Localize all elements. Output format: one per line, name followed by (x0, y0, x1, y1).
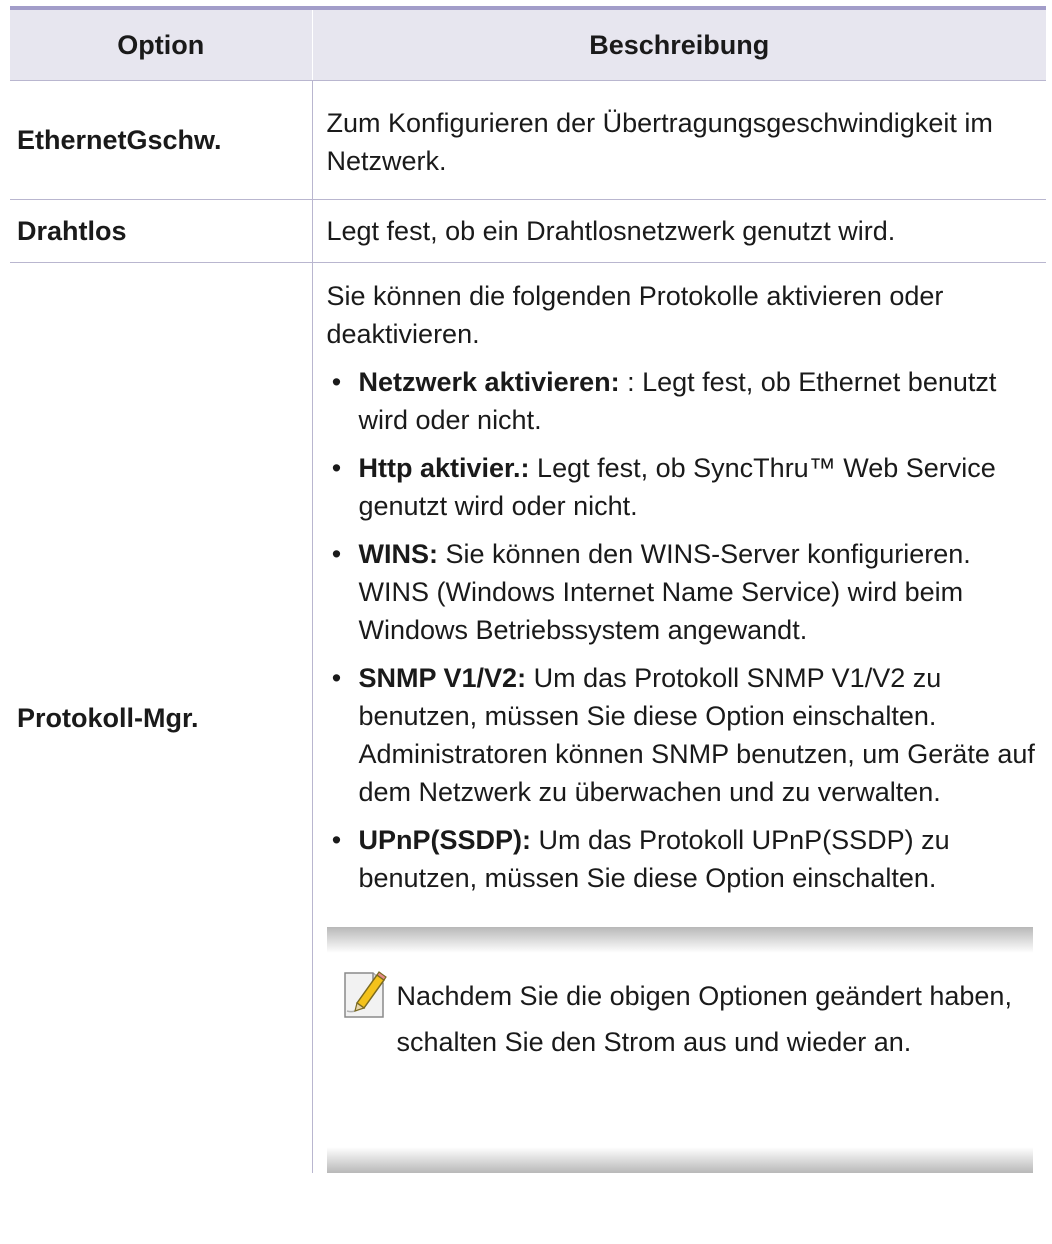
header-description: Beschreibung (312, 8, 1046, 81)
protocol-intro: Sie können die folgenden Protokolle akti… (326, 281, 944, 349)
option-name: EthernetGschw. (10, 80, 313, 200)
table-row: Protokoll-Mgr. Sie können die folgenden … (10, 262, 1047, 1173)
item-term: SNMP V1/V2: (358, 663, 527, 693)
option-description: Zum Konfigurieren der Übertragungsgeschw… (312, 80, 1046, 200)
item-term: WINS: (358, 539, 438, 569)
option-description: Legt fest, ob ein Drahtlosnetzwerk genut… (312, 199, 1046, 263)
table-row: Drahtlos Legt fest, ob ein Drahtlosnetzw… (10, 199, 1046, 263)
item-term: Netzwerk aktivieren: (358, 367, 620, 397)
bullet: • (331, 453, 342, 483)
options-table: Option Beschreibung EthernetGschw. Zum K… (10, 6, 1046, 1173)
list-item: • SNMP V1/V2: Um das Protokoll SNMP V1/V2… (327, 659, 1047, 811)
bullet: • (331, 367, 342, 397)
item-text: Sie können den WINS-Server konfigurieren… (358, 539, 971, 645)
option-name: Protokoll-Mgr. (10, 262, 313, 1173)
table-row: EthernetGschw. Zum Konfigurieren der Übe… (10, 80, 1046, 200)
option-description: Sie können die folgenden Protokolle akti… (312, 263, 1047, 1173)
note-box: Nachdem Sie die obigen Optionen geändert… (326, 927, 1033, 1173)
protocol-list: • Netzwerk aktivieren: : Legt fest, ob Et… (327, 363, 1047, 897)
note-top-bar (326, 927, 1033, 953)
note-bottom-bar (326, 1147, 1033, 1173)
item-term: Http aktivier.: (358, 453, 530, 483)
bullet: • (331, 539, 342, 569)
list-item: • Netzwerk aktivieren: : Legt fest, ob Et… (327, 363, 1047, 439)
note-pencil-icon (343, 971, 387, 1018)
note-text: Nachdem Sie die obigen Optionen geändert… (396, 981, 1012, 1057)
option-name: Drahtlos (10, 199, 313, 263)
item-term: UPnP(SSDP): (358, 825, 532, 855)
list-item: • UPnP(SSDP): Um das Protokoll UPnP(SSDP)… (327, 821, 1047, 897)
bullet: • (331, 825, 342, 855)
list-item: • Http aktivier.: Legt fest, ob SyncThru™… (327, 449, 1047, 525)
header-option: Option (10, 8, 313, 81)
list-item: • WINS: Sie können den WINS-Server konfig… (327, 535, 1047, 649)
table-header: Option Beschreibung (10, 8, 1046, 81)
bullet: • (331, 663, 342, 693)
document-page: Option Beschreibung EthernetGschw. Zum K… (0, 0, 1052, 1244)
